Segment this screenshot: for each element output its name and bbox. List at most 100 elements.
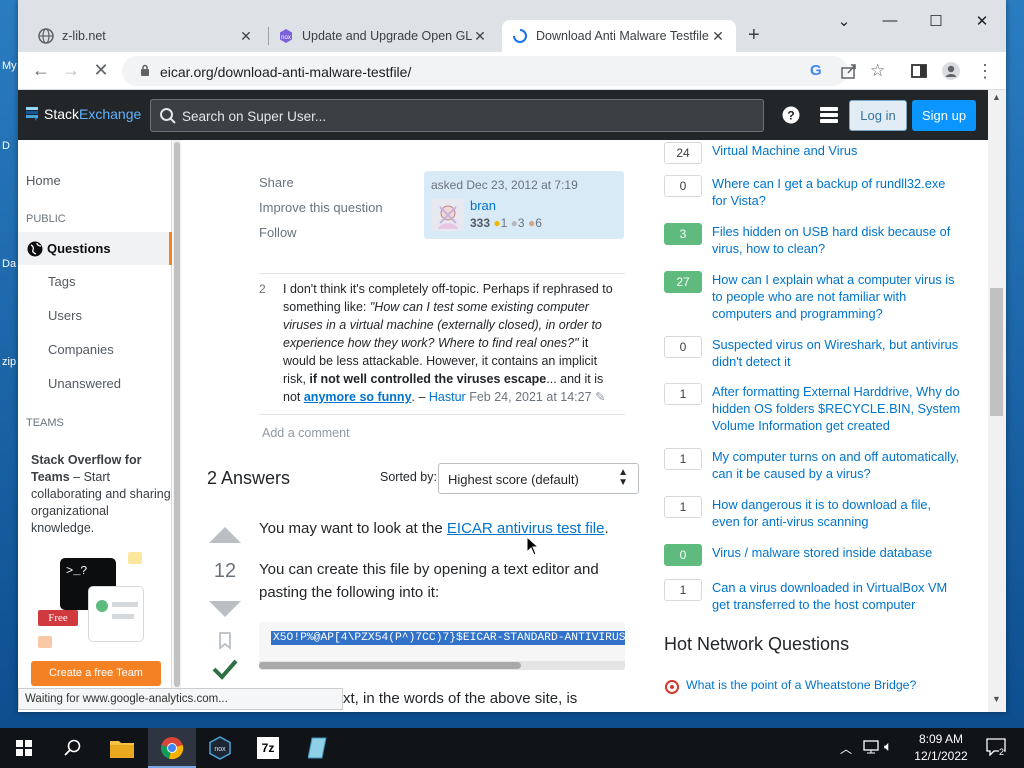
7zip-icon[interactable]: 7z [244, 728, 292, 768]
code-block[interactable]: X5O!P%@AP[4\PZX54(P^)7CC)7}$EICAR-STANDA… [259, 622, 625, 670]
related-count: 1 [664, 496, 702, 518]
scrollbar-thumb[interactable] [990, 288, 1003, 416]
help-icon[interactable]: ? [782, 106, 800, 124]
notification-count: 2 [999, 747, 1005, 757]
login-button[interactable]: Log in [849, 100, 907, 131]
code-scrollbar[interactable] [259, 661, 625, 670]
vote-count: 12 [213, 560, 237, 582]
upvote-button[interactable] [208, 526, 242, 544]
browser-toolbar: ← → ✕ eicar.org/download-anti-malware-te… [18, 52, 1006, 90]
forward-button[interactable]: → [60, 60, 82, 81]
taskbar: nox 7z ︿ 🔈︎ 8:09 AM 12/1/2022 2 [0, 728, 1024, 768]
site-favicon-icon [665, 680, 679, 694]
url-text: eicar.org/download-anti-malware-testfile… [160, 64, 412, 80]
minimize-button[interactable]: — [878, 12, 902, 29]
nav-users[interactable]: Users [48, 308, 82, 323]
chevron-up-icon[interactable]: ︿ [840, 740, 852, 757]
create-team-button[interactable]: Create a free Team [31, 661, 161, 686]
desktop-label: D [2, 140, 10, 152]
hot-network-heading: Hot Network Questions [664, 634, 850, 654]
chrome-icon[interactable] [148, 728, 196, 768]
close-tab-icon[interactable]: ✕ [238, 28, 254, 45]
nav-tags[interactable]: Tags [48, 274, 75, 289]
comment-text: I don't think it's completely off-topic.… [283, 282, 613, 404]
related-count: 1 [664, 579, 702, 601]
maximize-button[interactable]: ☐ [924, 12, 948, 30]
share-icon[interactable] [840, 62, 858, 80]
search-icon [160, 108, 176, 124]
tab-eicar[interactable]: Download Anti Malware Testfile ✕ [502, 20, 736, 52]
profile-avatar-icon[interactable] [942, 62, 960, 80]
related-title: After formatting External Harddrive, Why… [712, 384, 961, 433]
avatar[interactable] [432, 199, 464, 231]
new-tab-button[interactable]: + [748, 24, 760, 47]
nav-questions[interactable]: Questions [18, 232, 172, 265]
tab-title: Download Anti Malware Testfile [536, 29, 709, 43]
nox-player-icon[interactable]: nox [196, 728, 244, 768]
related-title: My computer turns on and off automatical… [712, 449, 960, 481]
tab-title: Update and Upgrade Open GL+ [302, 29, 472, 43]
add-comment-link[interactable]: Add a comment [262, 426, 350, 440]
related-title: Can a virus downloaded in VirtualBox VM … [712, 580, 948, 612]
google-lens-icon[interactable]: G [810, 62, 828, 80]
close-window-button[interactable]: ✕ [970, 12, 994, 30]
file-explorer-icon[interactable] [98, 728, 146, 768]
sidebar-scrollbar[interactable] [173, 140, 181, 692]
volume-icon[interactable]: 🔈︎ [884, 738, 892, 755]
sort-select[interactable]: Highest score (default) ▲ ▼ [438, 463, 639, 494]
sorted-by-label: Sorted by: [380, 470, 437, 484]
improve-question-link[interactable]: Improve this question [259, 200, 383, 215]
code-text[interactable]: X5O!P%@AP[4\PZX54(P^)7CC)7}$EICAR-STANDA… [271, 631, 625, 645]
nox-icon: nox [278, 28, 294, 44]
site-switcher-icon[interactable] [820, 107, 838, 123]
clock[interactable]: 8:09 AM 12/1/2022 [906, 731, 976, 765]
status-bar: Waiting for www.google-analytics.com... [18, 688, 343, 710]
follow-link[interactable]: Follow [259, 225, 297, 240]
page-content: Home PUBLIC Questions Tags Users Compani… [18, 140, 988, 712]
tab-zlib[interactable]: z-lib.net ✕ [28, 20, 264, 52]
user-name[interactable]: bran [470, 198, 496, 213]
close-tab-icon[interactable]: ✕ [472, 28, 488, 45]
menu-kebab-icon[interactable]: ⋮ [976, 62, 994, 80]
downvote-button[interactable] [208, 600, 242, 618]
tab-opengl[interactable]: nox Update and Upgrade Open GL+ ✕ [268, 20, 498, 52]
globe-icon [38, 28, 54, 44]
nav-companies[interactable]: Companies [48, 342, 114, 357]
stop-loading-button[interactable]: ✕ [90, 60, 112, 81]
tab-search-icon[interactable]: ⌄ [832, 12, 856, 30]
share-link[interactable]: Share [259, 175, 294, 190]
start-button[interactable] [0, 728, 48, 768]
nav-home[interactable]: Home [26, 173, 61, 188]
hot-question-link[interactable]: What is the point of a Wheatstone Bridge… [686, 678, 916, 692]
stackexchange-logo[interactable]: StackExchange [26, 106, 141, 122]
nav-section-public: PUBLIC [26, 213, 66, 225]
related-title: How can I explain what a computer virus … [712, 272, 955, 321]
side-panel-icon[interactable] [910, 62, 928, 80]
comment-author[interactable]: Hastur [429, 390, 466, 404]
svg-text:nox: nox [281, 35, 291, 41]
search-placeholder: Search on Super User... [182, 109, 327, 124]
comment-link[interactable]: anymore so funny [304, 390, 412, 404]
comment-score: 2 [259, 282, 266, 296]
asked-date: asked Dec 23, 2012 at 7:19 [431, 178, 578, 192]
eicar-link[interactable]: EICAR antivirus test file [447, 520, 605, 537]
signup-button[interactable]: Sign up [912, 100, 976, 131]
page-scrollbar[interactable]: ▲ ▼ [988, 90, 1006, 712]
nav-unanswered[interactable]: Unanswered [48, 376, 121, 391]
bookmark-icon[interactable] [218, 632, 232, 650]
app-icon[interactable] [294, 728, 342, 768]
browser-window: z-lib.net ✕ nox Update and Upgrade Open … [18, 0, 1006, 712]
search-icon[interactable] [48, 728, 96, 768]
left-sidebar: Home PUBLIC Questions Tags Users Compani… [18, 140, 172, 692]
back-button[interactable]: ← [30, 60, 52, 81]
teams-promo-text: Stack Overflow for Teams – Start collabo… [31, 453, 171, 535]
search-input[interactable]: Search on Super User... [150, 99, 764, 132]
edit-pencil-icon[interactable]: ✎ [595, 390, 605, 404]
related-title: Virus / malware stored inside database [712, 545, 933, 560]
address-bar[interactable]: eicar.org/download-anti-malware-testfile… [122, 56, 848, 86]
bookmark-star-icon[interactable]: ☆ [870, 62, 888, 80]
mouse-cursor-icon [526, 536, 540, 556]
lock-icon[interactable] [140, 64, 150, 77]
close-tab-icon[interactable]: ✕ [710, 28, 726, 45]
network-icon[interactable] [862, 738, 880, 756]
